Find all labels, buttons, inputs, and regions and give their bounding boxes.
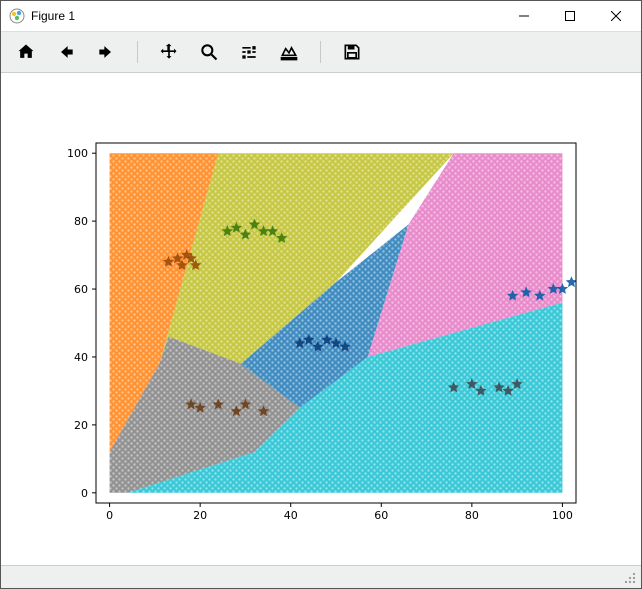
svg-text:100: 100 <box>67 147 88 160</box>
app-icon <box>9 8 25 24</box>
figure-window: Figure 1 0 20 40 60 80 100 0 20 40 60 80 100 <box>0 0 642 589</box>
pan-icon[interactable] <box>158 41 180 63</box>
minimize-button[interactable] <box>501 1 547 31</box>
svg-text:40: 40 <box>74 351 88 364</box>
svg-text:0: 0 <box>81 487 88 500</box>
svg-text:20: 20 <box>74 419 88 432</box>
titlebar: Figure 1 <box>1 1 641 31</box>
chart: 0 20 40 60 80 100 0 20 40 60 80 100 <box>1 73 641 566</box>
svg-text:80: 80 <box>465 509 479 522</box>
svg-text:40: 40 <box>284 509 298 522</box>
maximize-button[interactable] <box>547 1 593 31</box>
svg-text:0: 0 <box>106 509 113 522</box>
edit-icon[interactable] <box>278 41 300 63</box>
save-icon[interactable] <box>341 41 363 63</box>
back-icon[interactable] <box>55 41 77 63</box>
separator <box>320 41 321 63</box>
separator <box>137 41 138 63</box>
svg-text:60: 60 <box>374 509 388 522</box>
close-button[interactable] <box>593 1 639 31</box>
svg-text:100: 100 <box>552 509 573 522</box>
resize-grip-icon[interactable] <box>621 569 637 585</box>
forward-icon[interactable] <box>95 41 117 63</box>
plot-canvas[interactable]: 0 20 40 60 80 100 0 20 40 60 80 100 <box>1 73 641 565</box>
toolbar <box>1 31 641 73</box>
home-icon[interactable] <box>15 41 37 63</box>
window-title: Figure 1 <box>31 9 501 23</box>
zoom-icon[interactable] <box>198 41 220 63</box>
svg-text:60: 60 <box>74 283 88 296</box>
svg-text:20: 20 <box>193 509 207 522</box>
statusbar <box>1 565 641 588</box>
svg-text:80: 80 <box>74 215 88 228</box>
configure-icon[interactable] <box>238 41 260 63</box>
